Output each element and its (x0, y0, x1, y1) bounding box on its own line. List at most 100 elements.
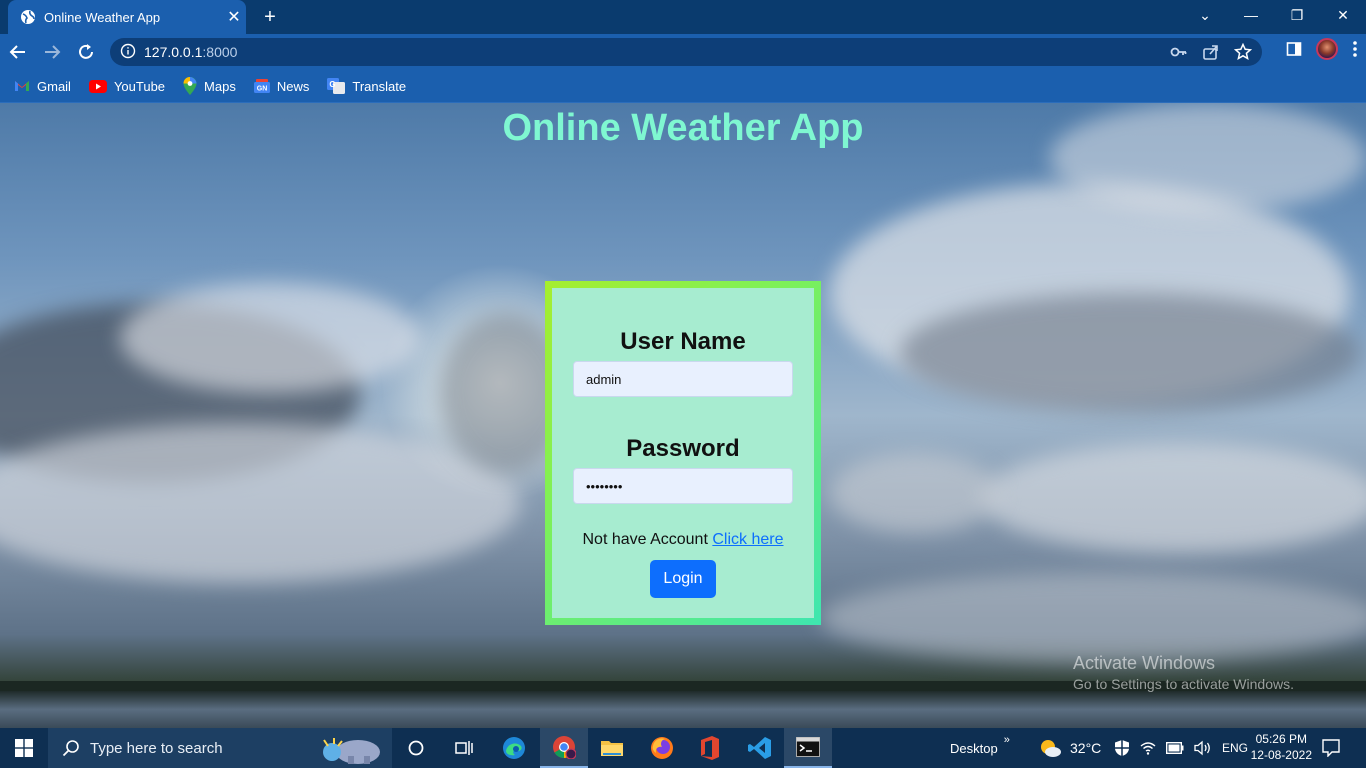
watermark-subtitle: Go to Settings to activate Windows. (1073, 676, 1294, 692)
background-cloud (120, 283, 420, 393)
translate-icon: G (327, 78, 346, 94)
svg-text:GN: GN (257, 86, 268, 93)
bookmark-label: YouTube (113, 78, 166, 94)
taskbar-terminal[interactable] (784, 728, 832, 768)
taskbar-search-box[interactable]: Type here to search (48, 728, 392, 768)
cortana-icon (408, 740, 424, 756)
language-indicator[interactable]: ENG (1222, 741, 1248, 755)
battery-icon[interactable] (1166, 742, 1184, 754)
news-icon: GN (253, 79, 270, 93)
key-icon[interactable] (1170, 43, 1188, 61)
taskbar-edge[interactable] (490, 728, 538, 768)
taskbar-vscode[interactable] (736, 728, 784, 768)
bookmark-gmail[interactable]: Gmail (14, 79, 71, 94)
partly-cloudy-icon (1041, 740, 1061, 757)
forward-button[interactable] (36, 36, 68, 68)
login-card-inner: User Name Password Not have Account Clic… (552, 288, 814, 618)
youtube-icon (88, 79, 107, 93)
signup-text: Not have Account (582, 531, 708, 548)
background-cloud (820, 573, 1366, 663)
new-tab-button[interactable]: + (258, 6, 282, 28)
folder-icon (601, 741, 623, 756)
arrow-left-icon (9, 45, 25, 59)
bookmark-translate[interactable]: G Translate (327, 78, 406, 94)
taskbar: Type here to search Desktop » 32°C ENG 0… (0, 728, 1366, 768)
terminal-icon (796, 737, 820, 757)
browser-toolbar: 127.0.0.1:8000 (0, 34, 1366, 70)
notifications-button[interactable] (1322, 728, 1340, 768)
bookmark-label: Maps (204, 78, 236, 94)
globe-icon (21, 10, 35, 24)
star-icon[interactable] (1234, 43, 1252, 61)
maps-icon (183, 77, 197, 95)
background-cloud (900, 293, 1360, 413)
wifi-icon[interactable] (1140, 741, 1156, 755)
restore-button[interactable]: ❐ (1274, 0, 1320, 30)
search-icon (62, 740, 79, 757)
url-port: :8000 (202, 44, 238, 60)
vscode-icon (748, 737, 771, 759)
signup-link[interactable]: Click here (712, 531, 783, 548)
taskbar-chrome[interactable] (540, 728, 588, 768)
taskbar-firefox[interactable] (638, 728, 686, 768)
password-label: Password (626, 435, 740, 462)
username-label: User Name (620, 328, 746, 355)
taskbar-office[interactable] (686, 728, 734, 768)
weather-temperature: 32°C (1070, 740, 1102, 756)
volume-icon[interactable] (1194, 740, 1212, 756)
kebab-menu-icon[interactable] (1352, 40, 1358, 58)
tab-title: Online Weather App (44, 9, 161, 25)
username-input[interactable] (573, 361, 793, 397)
chrome-icon (553, 736, 576, 759)
login-button[interactable]: Login (650, 560, 716, 598)
desktop-label: Desktop (950, 740, 998, 756)
bookmark-label: Gmail (37, 78, 71, 94)
url-host: 127.0.0.1 (144, 44, 203, 60)
signup-prompt: Not have Account Click here (552, 531, 814, 549)
browser-tab[interactable]: Online Weather App ✕ (8, 0, 246, 34)
back-button[interactable] (2, 36, 34, 68)
bookmark-news[interactable]: GN News (253, 78, 310, 94)
bookmark-label: News (276, 78, 310, 94)
start-button[interactable] (0, 728, 48, 768)
profile-avatar[interactable] (1316, 38, 1338, 60)
watermark-title: Activate Windows (1073, 653, 1216, 673)
reload-icon (79, 44, 93, 59)
page-title: Online Weather App (502, 107, 864, 149)
taskbar-file-explorer[interactable] (588, 728, 636, 768)
background-cloud (0, 423, 520, 583)
side-panel-icon[interactable] (1286, 41, 1302, 57)
tab-strip: Online Weather App ✕ + ⌄ — ❐ ✕ (0, 0, 1366, 34)
windows-logo-icon (15, 739, 33, 757)
password-input[interactable] (573, 468, 793, 504)
desktop-toolbar[interactable]: Desktop » (950, 728, 1010, 768)
system-clock[interactable]: 05:26 PM 12-08-2022 (1251, 731, 1312, 763)
tab-search-icon[interactable]: ⌄ (1182, 0, 1228, 30)
reload-button[interactable] (70, 36, 102, 68)
bookmark-label: Translate (352, 78, 407, 94)
bookmarks-bar: Gmail YouTube Maps GN News G Translate (0, 70, 1366, 103)
bookmark-youtube[interactable]: YouTube (88, 78, 166, 94)
background-lake (0, 691, 1366, 728)
share-icon[interactable] (1202, 43, 1220, 61)
task-view-button[interactable] (392, 728, 440, 768)
svg-text:G: G (330, 80, 336, 89)
system-tray: ENG (1114, 728, 1248, 768)
task-view-icon (455, 741, 473, 755)
background-cloud (830, 453, 1000, 533)
security-shield-icon[interactable] (1114, 739, 1130, 757)
bookmark-maps[interactable]: Maps (183, 77, 236, 95)
site-info-icon[interactable] (120, 43, 136, 62)
clock-time: 05:26 PM (1255, 732, 1307, 746)
chevron-double-right-icon: » (1003, 734, 1010, 746)
minimize-button[interactable]: — (1228, 0, 1274, 30)
task-view-icon-button[interactable] (440, 728, 488, 768)
tab-close-icon[interactable]: ✕ (222, 7, 246, 27)
background-cloud (980, 443, 1366, 553)
address-bar[interactable]: 127.0.0.1:8000 (110, 38, 1262, 66)
page-viewport: Online Weather App User Name Password No… (0, 103, 1366, 728)
clock-date: 12-08-2022 (1250, 748, 1312, 762)
weather-widget[interactable]: 32°C (1038, 728, 1101, 768)
close-window-button[interactable]: ✕ (1320, 0, 1366, 30)
activation-watermark: Activate Windows Go to Settings to activ… (1073, 653, 1294, 692)
